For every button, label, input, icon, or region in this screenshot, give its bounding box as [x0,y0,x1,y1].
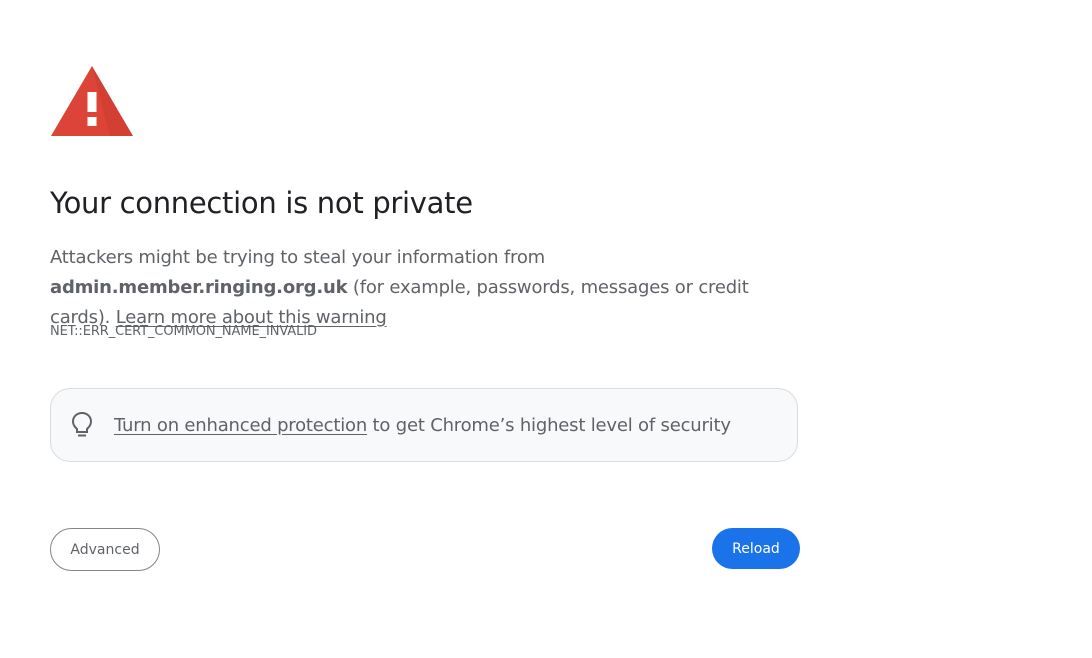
warning-description: Attackers might be trying to steal your … [50,243,810,333]
warning-triangle-icon [51,66,133,136]
error-code: NET::ERR_CERT_COMMON_NAME_INVALID [50,324,317,339]
enhanced-protection-link[interactable]: Turn on enhanced protection [114,415,367,436]
host-name: admin.member.ringing.org.uk [50,277,348,298]
banner-description: to get Chrome’s highest level of securit… [367,414,731,436]
banner-text: Turn on enhanced protection to get Chrom… [114,415,731,436]
enhanced-protection-banner: Turn on enhanced protection to get Chrom… [50,388,798,462]
lightbulb-icon [69,411,95,439]
advanced-button[interactable]: Advanced [50,528,160,571]
interstitial-page: Your connection is not private Attackers… [0,0,1092,658]
description-intro: Attackers might be trying to steal your … [50,247,545,268]
reload-button[interactable]: Reload [712,528,800,569]
page-title: Your connection is not private [50,186,473,220]
